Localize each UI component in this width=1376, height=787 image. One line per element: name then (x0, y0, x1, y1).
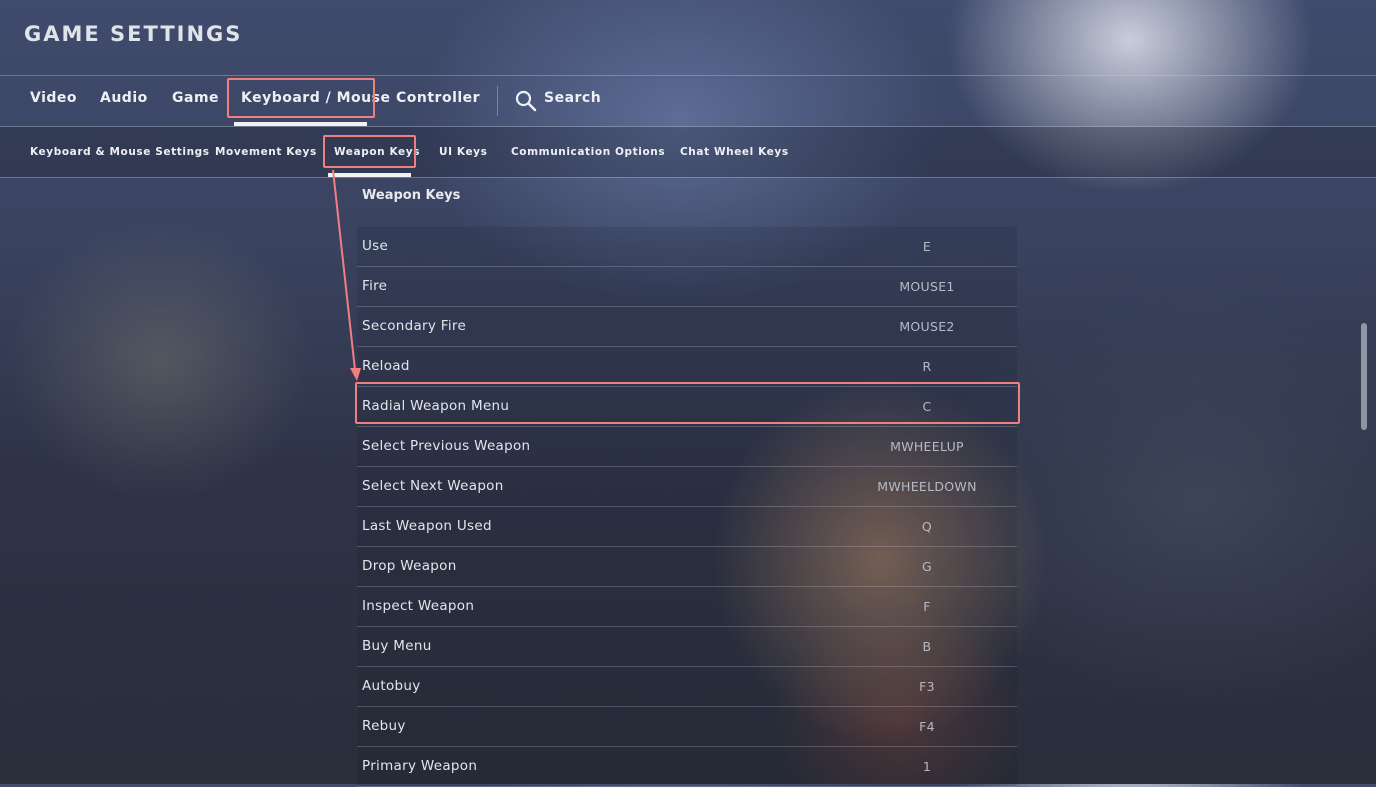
key-value[interactable]: B (797, 639, 1057, 654)
key-value[interactable]: MWHEELDOWN (797, 479, 1057, 494)
search-icon[interactable] (514, 89, 538, 113)
action-label: Buy Menu (362, 638, 432, 654)
action-label: Use (362, 238, 389, 254)
key-value[interactable]: F3 (797, 679, 1057, 694)
tab-game[interactable]: Game (172, 90, 219, 106)
keybind-row[interactable]: Rebuy F4 (357, 707, 1017, 747)
keybind-list: Use E Fire MOUSE1 Secondary Fire MOUSE2 … (357, 227, 1017, 787)
key-value[interactable]: MOUSE1 (797, 279, 1057, 294)
action-label: Select Next Weapon (362, 478, 504, 494)
subtab-movement-keys[interactable]: Movement Keys (215, 146, 317, 158)
key-value[interactable]: 1 (797, 759, 1057, 774)
key-value[interactable]: R (797, 359, 1057, 374)
action-label: Secondary Fire (362, 318, 467, 334)
action-label: Drop Weapon (362, 558, 457, 574)
keybind-row[interactable]: Primary Weapon 1 (357, 747, 1017, 787)
key-value[interactable]: F4 (797, 719, 1057, 734)
scrollbar[interactable] (1361, 323, 1367, 430)
keybind-row[interactable]: Drop Weapon G (357, 547, 1017, 587)
subtab-keyboard-mouse-settings[interactable]: Keyboard & Mouse Settings (30, 146, 210, 158)
highlight-box (355, 382, 1020, 424)
key-value[interactable]: MWHEELUP (797, 439, 1057, 454)
keybind-row[interactable]: Last Weapon Used Q (357, 507, 1017, 547)
action-label: Fire (362, 278, 388, 294)
action-label: Inspect Weapon (362, 598, 475, 614)
keybind-row[interactable]: Reload R (357, 347, 1017, 387)
subtab-communication-options[interactable]: Communication Options (511, 146, 665, 158)
tab-controller[interactable]: Controller (396, 90, 480, 106)
key-value[interactable]: Q (797, 519, 1057, 534)
divider (497, 86, 498, 116)
action-label: Select Previous Weapon (362, 438, 531, 454)
action-label: Reload (362, 358, 410, 374)
subtab-ui-keys[interactable]: UI Keys (439, 146, 487, 158)
divider (0, 177, 1376, 178)
keybind-row[interactable]: Fire MOUSE1 (357, 267, 1017, 307)
subtab-chat-wheel-keys[interactable]: Chat Wheel Keys (680, 146, 789, 158)
keybind-row[interactable]: Select Next Weapon MWHEELDOWN (357, 467, 1017, 507)
tab-audio[interactable]: Audio (100, 90, 148, 106)
keybind-row[interactable]: Use E (357, 227, 1017, 267)
key-value[interactable]: F (797, 599, 1057, 614)
search-button[interactable]: Search (544, 90, 601, 106)
keybind-row[interactable]: Autobuy F3 (357, 667, 1017, 707)
action-label: Autobuy (362, 678, 421, 694)
tab-video[interactable]: Video (30, 90, 77, 106)
key-value[interactable]: MOUSE2 (797, 319, 1057, 334)
section-title: Weapon Keys (362, 188, 461, 203)
key-value[interactable]: E (797, 239, 1057, 254)
action-label: Primary Weapon (362, 758, 478, 774)
keybind-row[interactable]: Buy Menu B (357, 627, 1017, 667)
keybind-row[interactable]: Inspect Weapon F (357, 587, 1017, 627)
highlight-box (227, 78, 375, 118)
keybind-row[interactable]: Secondary Fire MOUSE2 (357, 307, 1017, 347)
action-label: Last Weapon Used (362, 518, 492, 534)
page-title: GAME SETTINGS (24, 22, 243, 46)
action-label: Rebuy (362, 718, 406, 734)
divider (0, 75, 1376, 76)
highlight-box (323, 135, 416, 168)
keybind-row[interactable]: Select Previous Weapon MWHEELUP (357, 427, 1017, 467)
key-value[interactable]: G (797, 559, 1057, 574)
